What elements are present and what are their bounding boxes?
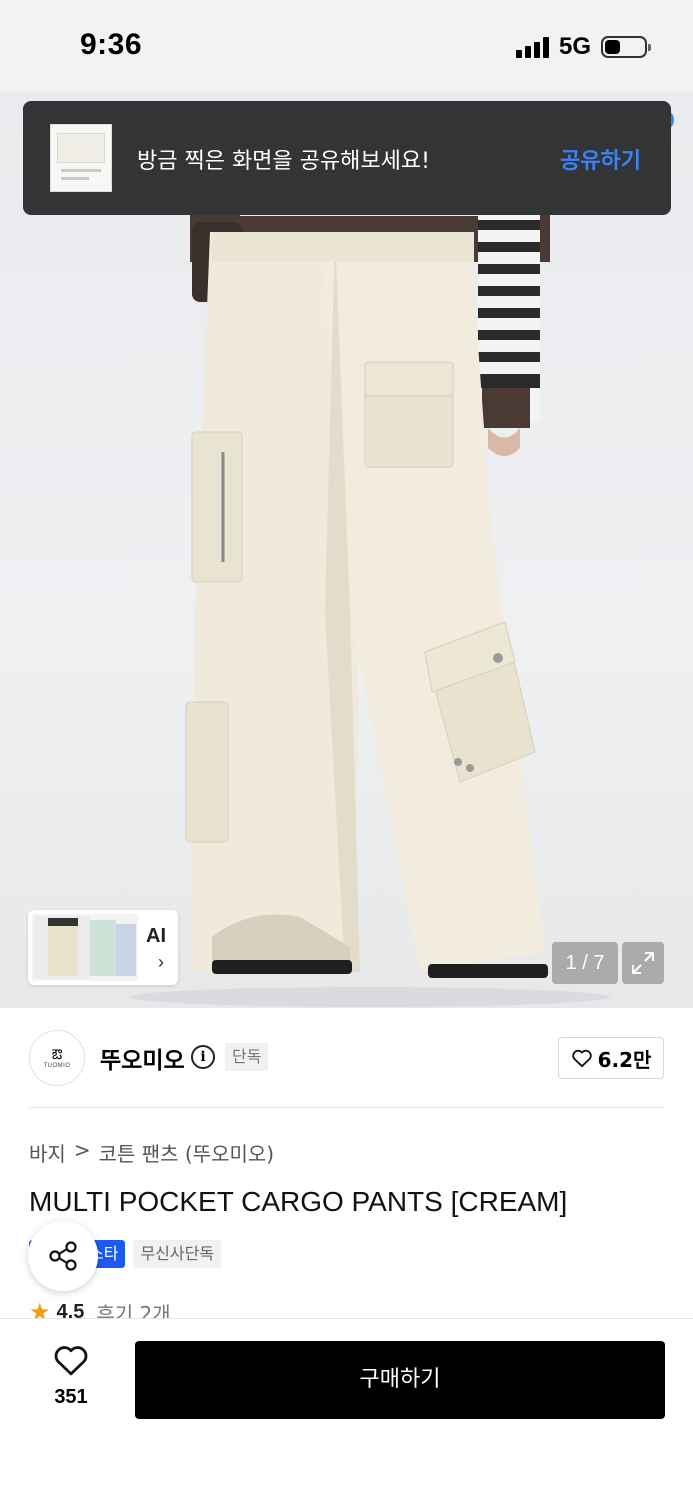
brand-row: ఔ TUOMIO 뚜오미오 i 단독 6.2만 — [0, 1008, 693, 1108]
toast-message: 방금 찍은 화면을 공유해보세요! — [137, 149, 430, 174]
buy-button[interactable]: 구매하기 — [135, 1341, 665, 1419]
ai-label: AI — [146, 925, 166, 947]
share-icon — [49, 1241, 77, 1271]
tag-exclusive: 무신사단독 — [133, 1240, 222, 1268]
product-title: MULTI POCKET CARGO PANTS [CREAM] — [29, 1186, 568, 1217]
status-time: 9:36 — [80, 28, 143, 61]
expand-button[interactable] — [622, 942, 664, 984]
wishlist-button[interactable]: 351 — [30, 1343, 112, 1409]
product-photo — [130, 202, 610, 1007]
status-bar: 9:36 5G — [0, 0, 693, 92]
brand-like-count: 6.2만 — [597, 1047, 652, 1072]
brand-like-button[interactable]: 6.2만 — [558, 1037, 664, 1079]
logo-mark-icon: ఔ — [51, 1046, 63, 1062]
breadcrumb: 바지 > 코튼 팬츠 (뚜오미오) — [29, 1138, 274, 1167]
heart-icon — [54, 1346, 88, 1376]
logo-text: TUOMIO — [43, 1063, 71, 1069]
battery-icon — [601, 36, 651, 58]
info-icon[interactable]: i — [191, 1045, 215, 1069]
ai-thumbnail — [32, 914, 138, 981]
heart-icon — [571, 1049, 592, 1068]
bottom-action-bar: 351 구매하기 — [0, 1318, 693, 1500]
exclusive-badge: 단독 — [225, 1043, 269, 1071]
expand-icon — [632, 952, 654, 974]
ai-recommend-chip[interactable]: AI › — [28, 910, 178, 985]
breadcrumb-separator: > — [73, 1138, 91, 1162]
breadcrumb-category[interactable]: 바지 — [29, 1138, 66, 1167]
signal-icon — [515, 36, 549, 58]
image-counter: 1 / 7 — [552, 942, 618, 984]
chevron-right-icon: › — [158, 952, 164, 972]
share-toast: 방금 찍은 화면을 공유해보세요! 공유하기 — [23, 101, 671, 215]
brand-name[interactable]: 뚜오미오 — [100, 1041, 185, 1075]
screenshot-thumbnail[interactable] — [50, 124, 112, 192]
product-image[interactable] — [0, 92, 693, 1008]
wishlist-count: 351 — [54, 1386, 88, 1408]
toast-share-button[interactable]: 공유하기 — [560, 143, 641, 175]
network-label: 5G — [558, 33, 591, 60]
share-button[interactable] — [28, 1221, 98, 1291]
divider — [29, 1107, 664, 1108]
brand-logo[interactable]: ఔ TUOMIO — [29, 1030, 85, 1086]
status-icons: 5G — [515, 33, 651, 61]
breadcrumb-subcategory[interactable]: 코튼 팬츠 (뚜오미오) — [99, 1138, 275, 1167]
